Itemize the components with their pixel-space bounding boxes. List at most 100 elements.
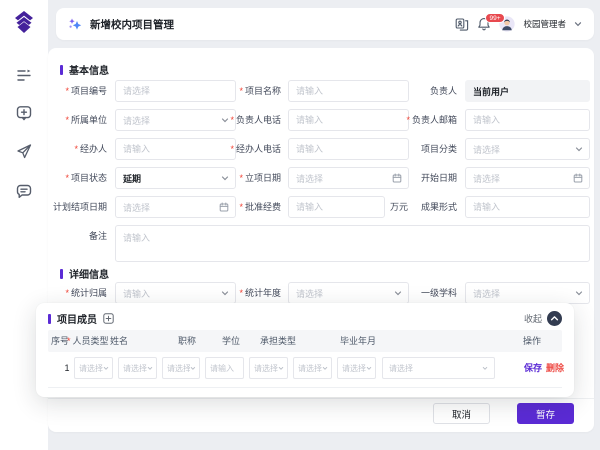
unit-select[interactable]: 请选择 xyxy=(115,109,236,131)
leader-phone-label: 负责人电话 xyxy=(230,109,281,131)
category-placeholder: 请选择 xyxy=(473,143,500,156)
cancel-button[interactable]: 取消 xyxy=(433,403,490,424)
approval-date-picker[interactable]: 请选择 xyxy=(288,167,409,189)
detail-section-header: 详细信息 xyxy=(60,266,109,281)
top-bar: 新增校内项目管理 99+ 校园管理者 xyxy=(56,8,594,40)
row-divider xyxy=(48,387,562,388)
page-tab-icon xyxy=(68,17,82,31)
remark-label: 备注 xyxy=(89,225,107,247)
col-degree: 学位 xyxy=(222,330,240,352)
row-index: 1 xyxy=(60,357,74,379)
chevron-down-icon xyxy=(366,365,372,371)
row-save-link[interactable]: 保存 xyxy=(524,357,542,379)
calendar-icon xyxy=(219,202,229,212)
collapse-toggle[interactable]: 收起 xyxy=(524,311,562,326)
notifications-bell[interactable]: 99+ xyxy=(477,17,491,31)
plan-end-date-label: 计划结项日期 xyxy=(53,196,107,218)
budget-label: 批准经费 xyxy=(239,196,281,218)
collapse-label: 收起 xyxy=(524,312,542,325)
stat-belong-placeholder: 请输入 xyxy=(123,287,150,300)
app-logo-icon xyxy=(11,9,37,35)
section-bar xyxy=(60,65,63,75)
members-header: 项目成员 xyxy=(48,311,114,326)
member-name-select[interactable]: 请选择 xyxy=(118,357,157,379)
member-field-select[interactable]: 请选择 xyxy=(337,357,376,379)
chevron-down-icon xyxy=(575,289,583,297)
page: 新增校内项目管理 99+ 校园管理者 xyxy=(0,0,600,450)
members-table-header: 序号 人员类型 姓名 职称 学位 承担类型 毕业年月 操作 xyxy=(48,330,562,352)
stat-belong-label: 统计归属 xyxy=(65,282,107,304)
select-placeholder: 请选择 xyxy=(79,363,103,374)
start-date-picker[interactable]: 请选择 xyxy=(465,167,590,189)
member-graduation-select[interactable]: 请选择 xyxy=(382,357,495,379)
members-title: 项目成员 xyxy=(57,311,97,326)
chevron-down-icon xyxy=(221,116,229,124)
stat-belong-select[interactable]: 请输入 xyxy=(115,282,236,304)
top-right-actions: 99+ 校园管理者 xyxy=(455,16,594,32)
project-name-input[interactable] xyxy=(288,80,409,102)
leader-phone-input[interactable] xyxy=(288,109,409,131)
col-name: 姓名 xyxy=(110,330,128,352)
member-undertake-select[interactable]: 请选择 xyxy=(249,357,288,379)
stat-year-placeholder: 请选择 xyxy=(296,287,323,300)
chevron-down-icon[interactable] xyxy=(574,20,582,28)
select-placeholder: 请选择 xyxy=(123,363,147,374)
remark-textarea[interactable] xyxy=(115,225,590,262)
stat-year-label: 统计年度 xyxy=(239,282,281,304)
select-placeholder: 请选择 xyxy=(389,363,413,374)
select-placeholder: 请选择 xyxy=(167,363,190,374)
member-field-select[interactable]: 请选择 xyxy=(293,357,332,379)
row-delete-link[interactable]: 删除 xyxy=(546,357,564,379)
status-label: 项目状态 xyxy=(65,167,107,189)
col-graduation: 毕业年月 xyxy=(340,330,376,352)
chevron-down-icon xyxy=(221,174,229,182)
basic-section-title: 基本信息 xyxy=(69,62,109,77)
stat-year-select[interactable]: 请选择 xyxy=(288,282,409,304)
approval-date-placeholder: 请选择 xyxy=(296,172,323,185)
member-type-select[interactable]: 请选择 xyxy=(74,357,113,379)
leader-value: 当前用户 xyxy=(473,85,509,98)
add-bubble-icon[interactable] xyxy=(15,104,33,122)
unit-label: 所属单位 xyxy=(65,109,107,131)
send-icon[interactable] xyxy=(15,142,33,160)
contacts-icon[interactable] xyxy=(455,17,469,31)
member-title-select[interactable]: 请选择 xyxy=(162,357,200,379)
col-actions: 操作 xyxy=(523,330,541,352)
approval-date-label: 立项日期 xyxy=(239,167,281,189)
calendar-icon xyxy=(392,173,402,183)
chevron-down-icon xyxy=(482,365,488,371)
user-menu-label[interactable]: 校园管理者 xyxy=(523,18,566,30)
budget-input[interactable] xyxy=(288,196,385,218)
project-no-input[interactable] xyxy=(115,80,236,102)
chevron-down-icon xyxy=(278,365,284,371)
discipline-select[interactable]: 请选择 xyxy=(465,282,590,304)
result-form-input[interactable] xyxy=(465,196,590,218)
page-title: 新增校内项目管理 xyxy=(90,17,174,32)
member-degree-input[interactable] xyxy=(205,357,244,379)
category-label: 项目分类 xyxy=(421,138,457,160)
chevron-down-icon xyxy=(103,365,109,371)
discipline-label: 一级学科 xyxy=(421,282,457,304)
chat-icon[interactable] xyxy=(15,182,33,200)
chevron-down-icon xyxy=(221,289,229,297)
plan-end-date-placeholder: 请选择 xyxy=(123,201,150,214)
collapse-up-icon xyxy=(547,311,562,326)
col-title: 职称 xyxy=(178,330,196,352)
leader-email-input[interactable] xyxy=(465,109,590,131)
leader-field-disabled: 当前用户 xyxy=(465,80,590,102)
select-placeholder: 请选择 xyxy=(298,363,322,374)
category-select[interactable]: 请选择 xyxy=(465,138,590,160)
chevron-down-icon xyxy=(575,145,583,153)
notification-badge: 99+ xyxy=(485,13,504,23)
add-member-icon[interactable] xyxy=(103,313,114,324)
status-select[interactable]: 延期 xyxy=(115,167,236,189)
col-undertake-type: 承担类型 xyxy=(260,330,296,352)
menu-list-icon[interactable] xyxy=(15,66,33,84)
handler-label: 经办人 xyxy=(74,138,107,160)
leader-email-label: 负责人邮箱 xyxy=(406,109,457,131)
handler-input[interactable] xyxy=(115,138,236,160)
plan-end-date-picker[interactable]: 请选择 xyxy=(115,196,236,218)
handler-phone-input[interactable] xyxy=(288,138,409,160)
members-panel: 项目成员 收起 序号 人员类型 姓名 职称 学位 承担类型 毕业年月 操作 1 … xyxy=(36,303,574,397)
save-draft-button[interactable]: 暂存 xyxy=(517,403,574,424)
